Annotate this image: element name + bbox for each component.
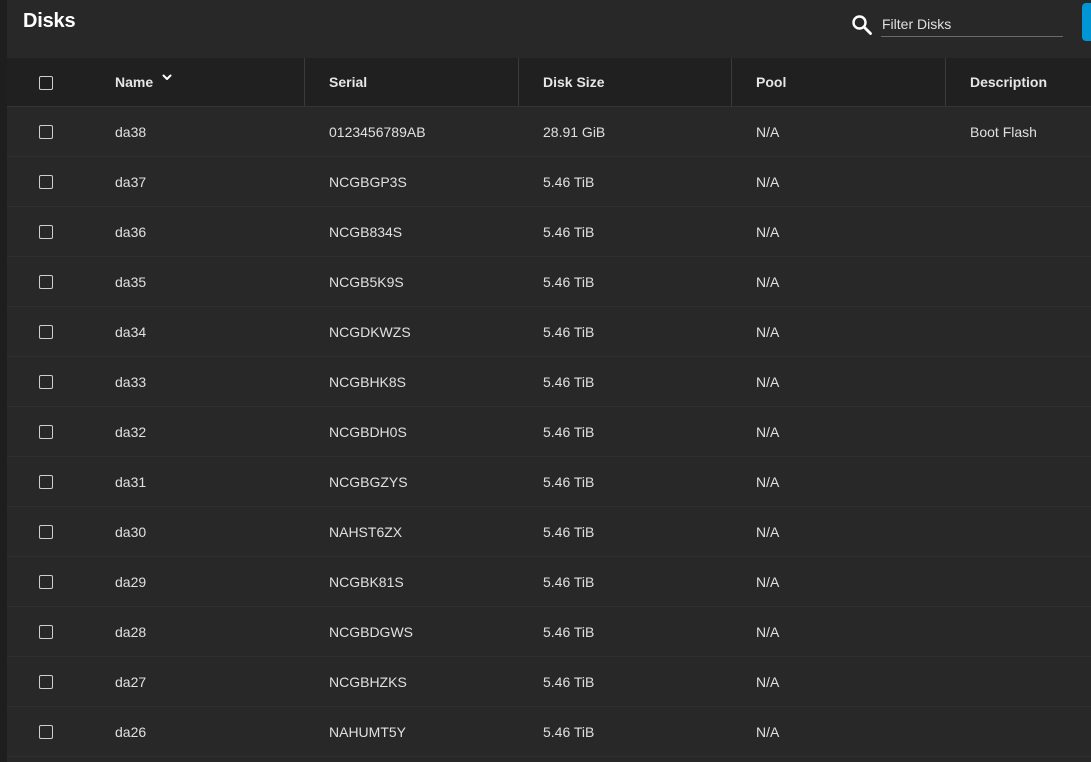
cell-pool: N/A — [756, 124, 780, 140]
row-checkbox[interactable] — [39, 175, 53, 189]
cell-name: da29 — [115, 574, 147, 590]
disks-card: Disks Name Serial Disk Size Pool Descrip… — [7, 0, 1091, 762]
table-header-row: Name Serial Disk Size Pool Description — [7, 58, 1091, 107]
cell-name: da28 — [115, 624, 147, 640]
row-checkbox[interactable] — [39, 475, 53, 489]
cell-name: da26 — [115, 724, 147, 740]
row-checkbox[interactable] — [39, 425, 53, 439]
cell-disk-size: 5.46 TiB — [543, 574, 595, 590]
table-row[interactable]: da37 NCGBGP3S 5.46 TiB N/A — [7, 157, 1091, 207]
cell-pool: N/A — [756, 224, 780, 240]
cell-name: da31 — [115, 474, 147, 490]
cell-pool: N/A — [756, 324, 780, 340]
cell-pool: N/A — [756, 724, 780, 740]
row-checkbox[interactable] — [39, 325, 53, 339]
cell-disk-size: 5.46 TiB — [543, 374, 595, 390]
cell-serial: NCGB834S — [329, 224, 403, 240]
cell-name: da27 — [115, 674, 147, 690]
cell-description: Boot Flash — [970, 124, 1037, 140]
cell-name: da32 — [115, 424, 147, 440]
row-checkbox[interactable] — [39, 125, 53, 139]
table-row[interactable]: da29 NCGBK81S 5.46 TiB N/A — [7, 557, 1091, 607]
cell-serial: NCGBK81S — [329, 574, 404, 590]
column-divider[interactable] — [304, 58, 305, 106]
table-row[interactable]: da35 NCGB5K9S 5.46 TiB N/A — [7, 257, 1091, 307]
row-checkbox[interactable] — [39, 525, 53, 539]
cell-disk-size: 5.46 TiB — [543, 524, 595, 540]
table-row[interactable]: da38 0123456789AB 28.91 GiB N/A Boot Fla… — [7, 107, 1091, 157]
cell-pool: N/A — [756, 524, 780, 540]
cell-name: da37 — [115, 174, 147, 190]
table-row[interactable]: da31 NCGBGZYS 5.46 TiB N/A — [7, 457, 1091, 507]
cell-disk-size: 5.46 TiB — [543, 474, 595, 490]
cell-name: da33 — [115, 374, 147, 390]
row-checkbox[interactable] — [39, 675, 53, 689]
cell-serial: NCGBHZKS — [329, 674, 407, 690]
cell-pool: N/A — [756, 624, 780, 640]
cell-serial: NCGB5K9S — [329, 274, 404, 290]
column-divider[interactable] — [518, 58, 519, 106]
cell-disk-size: 5.46 TiB — [543, 424, 595, 440]
cell-serial: NAHUMT5Y — [329, 724, 407, 740]
page-title: Disks — [23, 10, 76, 32]
table-row[interactable]: da30 NAHST6ZX 5.46 TiB N/A — [7, 507, 1091, 557]
cell-serial: NCGBDH0S — [329, 424, 407, 440]
row-checkbox[interactable] — [39, 625, 53, 639]
row-checkbox[interactable] — [39, 575, 53, 589]
column-header-serial[interactable]: Serial — [329, 58, 367, 106]
row-checkbox[interactable] — [39, 375, 53, 389]
cell-pool: N/A — [756, 174, 780, 190]
cell-name: da34 — [115, 324, 147, 340]
cell-pool: N/A — [756, 424, 780, 440]
table-row[interactable]: da28 NCGBDGWS 5.46 TiB N/A — [7, 607, 1091, 657]
cell-serial: NCGBGP3S — [329, 174, 407, 190]
cell-serial: NCGDKWZS — [329, 324, 411, 340]
cell-serial: NCGBHK8S — [329, 374, 407, 390]
cell-disk-size: 5.46 TiB — [543, 624, 595, 640]
cell-serial: NCGBDGWS — [329, 624, 413, 640]
column-header-description[interactable]: Description — [970, 58, 1047, 106]
cell-serial: 0123456789AB — [329, 124, 426, 140]
cell-name: da35 — [115, 274, 147, 290]
cell-disk-size: 5.46 TiB — [543, 724, 595, 740]
cell-disk-size: 5.46 TiB — [543, 674, 595, 690]
cell-pool: N/A — [756, 674, 780, 690]
column-header-name[interactable]: Name — [115, 58, 153, 106]
chevron-down-icon[interactable] — [161, 70, 173, 80]
row-checkbox[interactable] — [39, 275, 53, 289]
column-header-disk-size[interactable]: Disk Size — [543, 58, 604, 106]
cell-disk-size: 28.91 GiB — [543, 124, 606, 140]
card-header: Disks — [7, 0, 1091, 58]
table-row[interactable]: da32 NCGBDH0S 5.46 TiB N/A — [7, 407, 1091, 457]
cell-disk-size: 5.46 TiB — [543, 324, 595, 340]
cell-pool: N/A — [756, 474, 780, 490]
cell-pool: N/A — [756, 374, 780, 390]
cell-name: da38 — [115, 124, 147, 140]
action-button[interactable] — [1082, 3, 1091, 41]
search-icon — [851, 14, 873, 36]
cell-name: da30 — [115, 524, 147, 540]
filter-disks-input[interactable] — [881, 12, 1063, 37]
cell-pool: N/A — [756, 274, 780, 290]
row-checkbox[interactable] — [39, 225, 53, 239]
cell-disk-size: 5.46 TiB — [543, 174, 595, 190]
table-row[interactable]: da34 NCGDKWZS 5.46 TiB N/A — [7, 307, 1091, 357]
cell-disk-size: 5.46 TiB — [543, 274, 595, 290]
table-row[interactable]: da36 NCGB834S 5.46 TiB N/A — [7, 207, 1091, 257]
select-all-checkbox[interactable] — [39, 76, 53, 90]
cell-serial: NAHST6ZX — [329, 524, 403, 540]
column-divider[interactable] — [731, 58, 732, 106]
cell-disk-size: 5.46 TiB — [543, 224, 595, 240]
cell-name: da36 — [115, 224, 147, 240]
table-row[interactable]: da26 NAHUMT5Y 5.46 TiB N/A — [7, 707, 1091, 757]
column-divider[interactable] — [945, 58, 946, 106]
cell-pool: N/A — [756, 574, 780, 590]
column-header-pool[interactable]: Pool — [756, 58, 786, 106]
row-checkbox[interactable] — [39, 725, 53, 739]
table-row[interactable]: da33 NCGBHK8S 5.46 TiB N/A — [7, 357, 1091, 407]
table-row[interactable]: da27 NCGBHZKS 5.46 TiB N/A — [7, 657, 1091, 707]
cell-serial: NCGBGZYS — [329, 474, 408, 490]
